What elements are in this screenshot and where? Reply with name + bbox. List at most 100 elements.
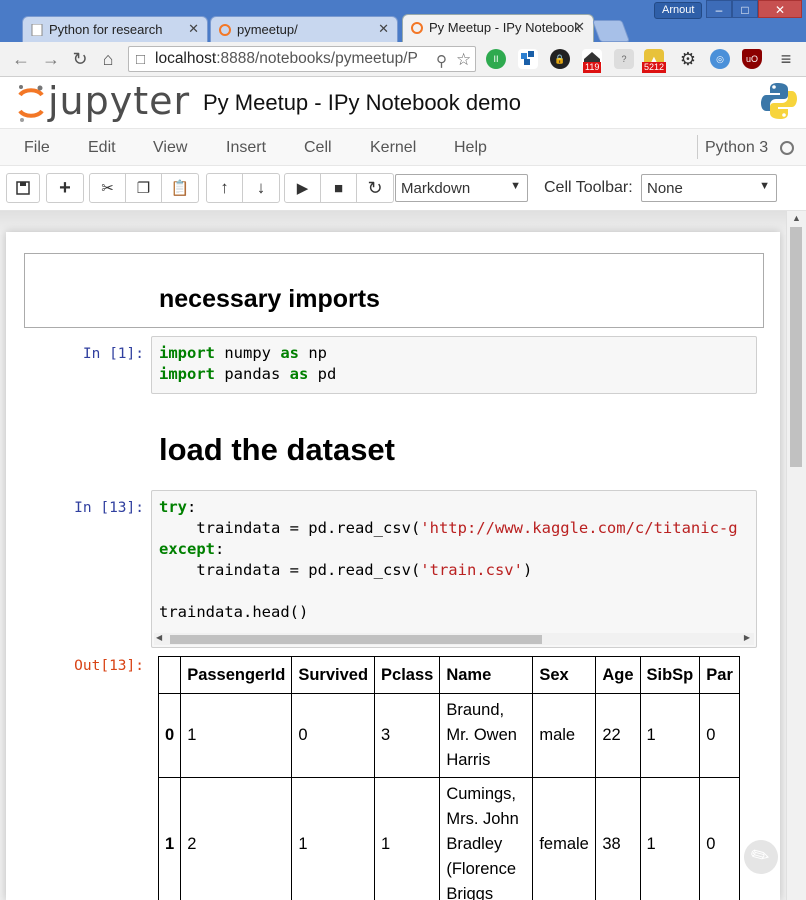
- table-cell: 22: [595, 693, 641, 778]
- new-tab-button[interactable]: [591, 20, 631, 42]
- menu-view[interactable]: View: [153, 139, 187, 157]
- table-cell: 38: [595, 777, 641, 900]
- restart-icon[interactable]: ↻: [357, 174, 393, 202]
- clipboard-group: ✂ ❐ 📋: [89, 173, 199, 203]
- reload-icon[interactable]: ↻: [69, 48, 91, 70]
- notebook-toolbar: + ✂ ❐ 📋 ↑ ↓ ▶ ■ ↻ Markdown ▼ Cell Toolba…: [0, 166, 806, 211]
- table-cell: 1: [639, 693, 701, 778]
- menu-edit[interactable]: Edit: [88, 139, 116, 157]
- move-up-arrow-icon[interactable]: ↑: [207, 174, 243, 202]
- extension-puzzle-icon[interactable]: ?: [614, 49, 634, 69]
- python-logo-icon: [760, 81, 798, 126]
- notebook-header-shadow: [0, 211, 786, 233]
- cell-toolbar-label: Cell Toolbar:: [544, 179, 633, 196]
- heading-necessary-imports: necessary imports: [159, 285, 380, 313]
- column-header: [158, 656, 182, 694]
- scroll-right-arrow-icon[interactable]: ▶: [744, 633, 750, 642]
- menu-help[interactable]: Help: [454, 139, 487, 157]
- mail-count-badge: 119: [583, 62, 602, 73]
- counter-badge: 5212: [642, 62, 667, 73]
- table-cell: male: [532, 693, 597, 778]
- notebook-menubar: File Edit View Insert Cell Kernel Help P…: [0, 128, 806, 166]
- heading-load-the-dataset: load the dataset: [159, 432, 395, 467]
- table-cell: 0: [291, 693, 376, 778]
- table-cell: 0: [699, 693, 740, 778]
- chrome-menu-icon[interactable]: ≡: [776, 49, 796, 69]
- bookmark-star-icon[interactable]: ☆: [456, 50, 471, 70]
- tab-pymeetup[interactable]: pymeetup/ ✕: [210, 16, 398, 42]
- table-row: 1 2 1 1 Cumings, Mrs. John Bradley (Flor…: [158, 777, 740, 900]
- menu-cell[interactable]: Cell: [304, 139, 332, 157]
- tab-title: Python for research: [49, 22, 163, 37]
- tab-py-meetup[interactable]: Py Meetup - IPy Notebook ✕: [402, 14, 594, 42]
- jupyter-logo-text[interactable]: jupyter: [48, 79, 190, 123]
- menu-kernel[interactable]: Kernel: [370, 139, 416, 157]
- stop-square-icon[interactable]: ■: [321, 174, 357, 202]
- tab-strip: Python for research ✕ pymeetup/ ✕ Py Mee…: [0, 14, 806, 42]
- code-text[interactable]: try: traindata = pd.read_csv('http://www…: [152, 491, 756, 623]
- scroll-up-arrow-icon[interactable]: ▲: [792, 213, 801, 223]
- extension-green-icon[interactable]: II: [486, 49, 506, 69]
- dataframe-table: PassengerId Survived Pclass Name Sex Age…: [158, 656, 740, 900]
- jupyter-logo-icon[interactable]: [16, 83, 46, 128]
- code-cell-imports[interactable]: import numpy as np import pandas as pd: [151, 336, 757, 394]
- close-tab-icon[interactable]: ✕: [378, 21, 389, 37]
- extension-dropbox-icon[interactable]: [518, 49, 538, 69]
- kernel-name: Python 3: [705, 139, 769, 156]
- url-host: localhost: [155, 50, 217, 67]
- table-row: 0 1 0 3 Braund, Mr. Owen Harris male 22 …: [158, 693, 740, 778]
- tab-python-for-research[interactable]: Python for research ✕: [22, 16, 208, 42]
- back-arrow-icon[interactable]: ←: [10, 48, 32, 70]
- column-header: Sex: [532, 656, 597, 694]
- tab-title: Py Meetup - IPy Notebook: [429, 20, 581, 35]
- zoom-icon[interactable]: ⚲: [436, 52, 447, 70]
- tab-title: pymeetup/: [237, 22, 298, 37]
- home-icon[interactable]: ⌂: [97, 48, 119, 70]
- scrollbar-thumb[interactable]: [170, 635, 542, 644]
- code-cell-load[interactable]: try: traindata = pd.read_csv('http://www…: [151, 490, 757, 648]
- address-bar[interactable]: □ localhost:8888/notebooks/pymeetup/P: [128, 46, 476, 72]
- save-icon[interactable]: [7, 174, 39, 202]
- input-prompt: In [1]:: [82, 346, 144, 362]
- insert-cell-plus-icon[interactable]: +: [47, 174, 83, 202]
- kernel-idle-indicator-icon: [780, 141, 794, 155]
- row-index: 1: [158, 777, 182, 900]
- settings-gear-icon[interactable]: ⚙: [678, 49, 698, 69]
- copy-icon[interactable]: ❐: [126, 174, 162, 202]
- scroll-left-arrow-icon[interactable]: ◀: [156, 633, 162, 642]
- table-cell: Braund, Mr. Owen Harris: [439, 693, 534, 778]
- paste-icon[interactable]: 📋: [162, 174, 198, 202]
- menu-file[interactable]: File: [24, 139, 50, 157]
- forward-arrow-icon[interactable]: →: [40, 48, 62, 70]
- insert-group: +: [46, 173, 84, 203]
- input-prompt: In [13]:: [74, 500, 144, 516]
- jupyter-favicon-icon: [219, 24, 231, 36]
- column-header: Age: [595, 656, 641, 694]
- cell-type-value: Markdown: [401, 180, 471, 197]
- run-play-icon[interactable]: ▶: [285, 174, 321, 202]
- globe-icon[interactable]: ◎: [710, 49, 730, 69]
- table-cell: 1: [374, 777, 441, 900]
- extension-lock-icon[interactable]: 🔒: [550, 49, 570, 69]
- notebook-name[interactable]: Py Meetup - IPy Notebook demo: [203, 90, 521, 116]
- table-cell: 1: [639, 777, 701, 900]
- vertical-scrollbar[interactable]: ▲: [786, 211, 806, 900]
- close-tab-icon[interactable]: ✕: [188, 21, 199, 37]
- code-text[interactable]: import numpy as np import pandas as pd: [152, 337, 756, 385]
- column-header: Survived: [291, 656, 376, 694]
- cut-scissors-icon[interactable]: ✂: [90, 174, 126, 202]
- scrollbar-thumb[interactable]: [790, 227, 802, 467]
- chevron-down-icon: ▼: [510, 180, 521, 192]
- close-tab-icon[interactable]: ✕: [574, 19, 585, 35]
- save-group: [6, 173, 40, 203]
- cell-type-select[interactable]: Markdown ▼: [395, 174, 528, 202]
- horizontal-scrollbar[interactable]: ◀ ▶: [154, 633, 754, 645]
- jupyter-header: jupyter Py Meetup - IPy Notebook demo: [0, 77, 806, 127]
- run-group: ▶ ■ ↻: [284, 173, 394, 203]
- table-cell: Cumings, Mrs. John Bradley (Florence Bri…: [439, 777, 534, 900]
- selected-markdown-cell[interactable]: [24, 253, 764, 328]
- menu-insert[interactable]: Insert: [226, 139, 266, 157]
- ublock-shield-icon[interactable]: uO: [742, 49, 762, 69]
- move-down-arrow-icon[interactable]: ↓: [243, 174, 279, 202]
- cell-toolbar-select[interactable]: None ▼: [641, 174, 777, 202]
